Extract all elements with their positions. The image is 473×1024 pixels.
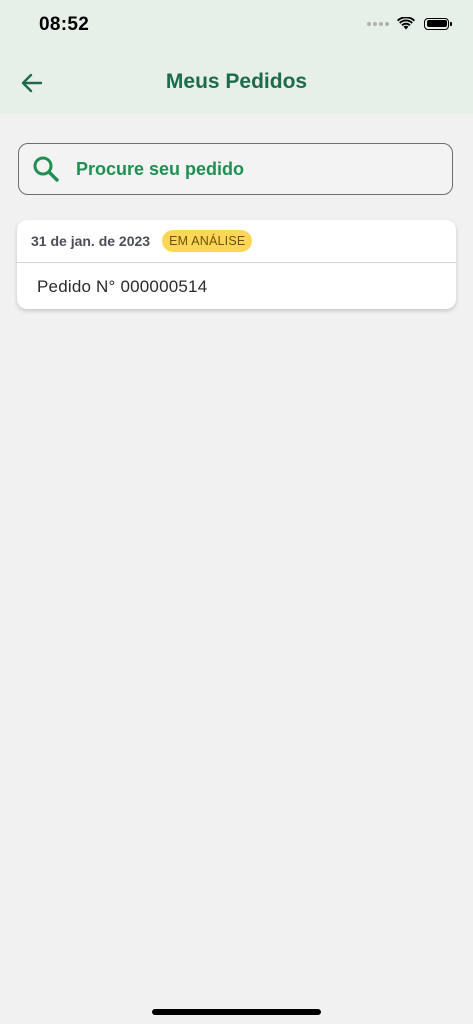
status-icons [367,17,452,30]
status-badge: EM ANÁLISE [162,230,253,252]
order-date: 31 de jan. de 2023 [31,233,151,249]
home-indicator [152,1009,321,1015]
search-box[interactable] [18,143,453,195]
status-bar: 08:52 [0,0,473,52]
cellular-signal-icon [367,21,389,26]
battery-icon [424,17,452,30]
search-input[interactable] [74,157,418,181]
wifi-icon [397,17,415,30]
status-time: 08:52 [39,14,90,35]
app-header: Meus Pedidos [0,52,473,114]
page-title: Meus Pedidos [165,70,308,93]
search-icon[interactable] [32,155,60,183]
order-card[interactable]: 31 de jan. de 2023 EM ANÁLISE Pedido N° … [17,220,456,309]
top-area: 08:52 Meus Pedidos [0,0,473,114]
order-number: Pedido N° 000000514 [37,277,208,296]
order-card-header: 31 de jan. de 2023 EM ANÁLISE [17,220,456,263]
